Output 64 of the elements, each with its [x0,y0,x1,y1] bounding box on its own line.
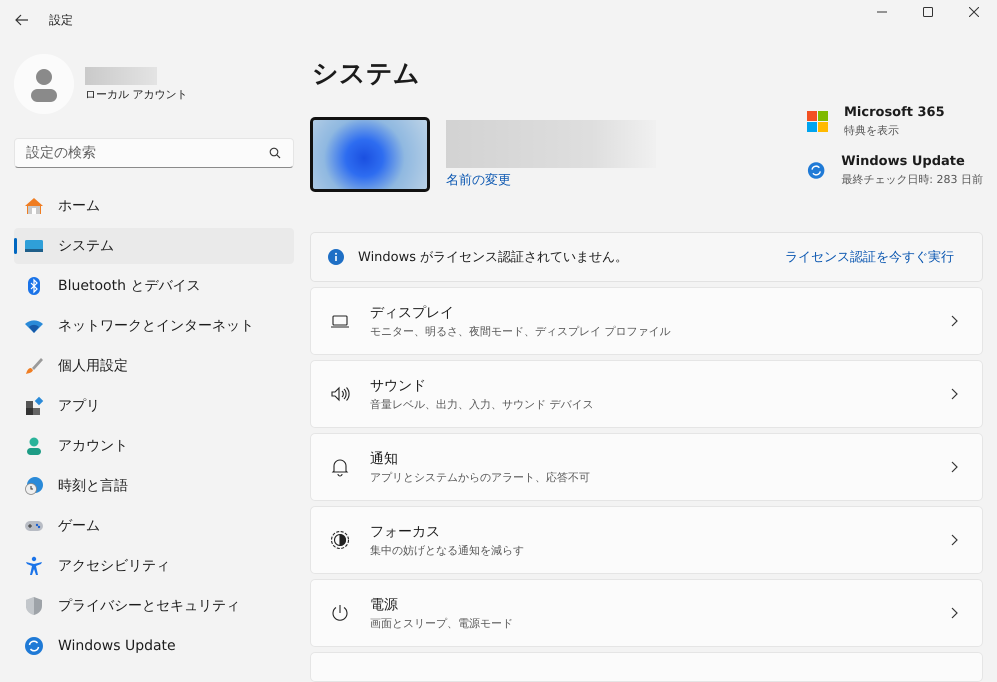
setting-description: 集中の妨げとなる通知を減らす [370,542,525,558]
nav-item[interactable]: プライバシーとセキュリティ [14,588,294,624]
quick-link-title[interactable]: Windows Update [841,154,983,169]
search-field[interactable]: 設定の検索 [14,138,294,168]
page-title: システム [312,58,421,91]
notice-text: Windows がライセンス認証されていません。 [358,249,628,266]
nav-item[interactable]: システム [14,228,294,264]
settings-card[interactable]: 電源 画面とスリープ、電源モード [310,579,983,647]
rename-link[interactable]: 名前の変更 [446,171,656,189]
search-icon [269,147,281,159]
settings-card[interactable]: 通知 アプリとシステムからのアラート、応答不可 [310,433,983,501]
close-icon[interactable] [969,7,979,17]
nav-item[interactable]: ネットワークとインターネット [14,308,294,344]
activate-link[interactable]: ライセンス認証を今すぐ実行 [785,248,954,266]
chevron-right-icon [951,461,958,473]
accessibility-icon [24,556,44,576]
setting-title: 通知 [370,450,399,468]
nav-item[interactable]: 時刻と言語 [14,468,294,504]
setting-title: ディスプレイ [370,304,455,322]
apps-icon [24,396,44,416]
quick-link-subtitle: 最終チェック日時: 283 日前 [841,172,983,187]
settings-card[interactable]: フォーカス 集中の妨げとなる通知を減らす [310,506,983,574]
globe-clock-icon [24,476,44,496]
bell-icon [330,457,350,477]
setting-title: フォーカス [370,522,441,540]
home-icon [24,196,44,216]
nav-item[interactable]: 個人用設定 [14,348,294,384]
quick-link-title[interactable]: Microsoft 365 [844,105,945,120]
setting-description: 画面とスリープ、電源モード [370,616,514,630]
quick-link-subtitle: 特典を表示 [844,123,900,138]
shield-icon [24,596,44,616]
chevron-right-icon [951,534,958,546]
settings-card[interactable]: ディスプレイ モニター、明るさ、夜間モード、ディスプレイ プロファイル [310,287,983,355]
chevron-right-icon [951,388,958,400]
nav-item[interactable]: アクセシビリティ [14,548,294,584]
nav-item[interactable]: アカウント [14,428,294,464]
setting-title: 電源 [370,596,399,614]
info-icon [328,249,344,265]
window-title: 設定 [49,12,73,28]
nav-item[interactable]: Bluetooth とデバイス [14,268,294,304]
sync-icon [24,636,44,656]
avatar-icon [14,54,74,114]
setting-description: アプリとシステムからのアラート、応答不可 [370,470,591,484]
person-icon [24,436,44,456]
chevron-right-icon [951,315,958,327]
focus-icon [330,530,350,550]
chevron-right-icon [951,607,958,619]
nav-item[interactable]: ホーム [14,188,294,224]
account-type: ローカル アカウント [85,86,188,102]
setting-title: サウンド [370,376,427,394]
nav-item[interactable]: ゲーム [14,508,294,544]
power-icon [330,603,350,623]
maximize-icon[interactable] [923,7,933,17]
setting-description: モニター、明るさ、夜間モード、ディスプレイ プロファイル [370,324,672,338]
setting-description: 音量レベル、出力、入力、サウンド デバイス [370,396,594,412]
four-squares-logo-icon [807,111,828,132]
paintbrush-icon [24,356,44,376]
back-icon[interactable] [15,14,29,26]
settings-card[interactable]: サウンド 音量レベル、出力、入力、サウンド デバイス [310,360,983,428]
nav-item[interactable]: Windows Update [14,628,294,664]
speaker-icon [330,384,350,404]
sync-icon [807,160,826,181]
nav-item[interactable]: アプリ [14,388,294,424]
redacted-name-block [85,66,157,84]
